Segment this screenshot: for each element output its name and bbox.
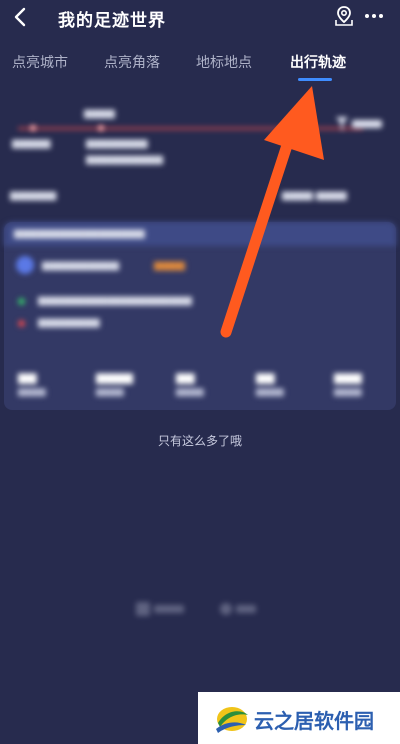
tab-light-corner[interactable]: 点亮角落 — [104, 52, 160, 72]
funnel-icon — [336, 117, 382, 131]
watermark-text: 云之居软件园 — [254, 709, 374, 733]
active-tab-indicator — [298, 78, 332, 81]
trip-card[interactable]: ▆▆▆▆▆▆▆▆▆▆▆▆▆▆▆▆▆ ▆▆▆▆▆▆▆▆▆▆ ▆▆▆▆ ▆▆▆▆▆▆… — [4, 222, 396, 410]
header-bar: 我的足迹世界 — [0, 0, 400, 36]
avatar — [16, 256, 34, 274]
route-mid-dot — [98, 125, 104, 131]
chevron-left-icon — [14, 7, 26, 27]
list-end-text: 只有这么多了哦 — [157, 434, 242, 448]
stat-calories: ▆▆▆ ▆▆▆▆ — [334, 370, 362, 397]
blurred-date-row: ▆▆▆▆▆▆ ▆▆▆▆ ▆▆▆▆ — [10, 190, 347, 201]
card-banner: ▆▆▆▆▆▆▆▆▆▆▆▆▆▆▆▆▆ — [4, 222, 396, 246]
screen: 我的足迹世界 点亮城市 点亮角落 地标地点 出行轨迹 ▆▆▆▆ ▆▆▆▆▆ ▆▆… — [0, 0, 400, 744]
page-title: 我的足迹世界 — [58, 11, 166, 31]
tab-travel-track[interactable]: 出行轨迹 — [290, 52, 346, 72]
route-line — [18, 127, 363, 130]
stat-duration: ▆▆ ▆▆▆▆ — [176, 370, 204, 397]
more-button[interactable] — [362, 4, 386, 28]
stat-speed: ▆▆ ▆▆▆▆ — [256, 370, 284, 397]
tab-light-city[interactable]: 点亮城市 — [12, 52, 68, 72]
tab-landmarks[interactable]: 地标地点 — [196, 52, 252, 72]
blurred-footer-links — [130, 598, 290, 620]
watermark-logo-icon — [216, 707, 248, 733]
stat-distance: ▆▆ ▆▆▆▆ — [18, 370, 46, 397]
back-button[interactable] — [8, 4, 34, 30]
stat-steps: ▆▆▆▆ ▆▆▆▆ — [96, 370, 133, 397]
map-pin-icon — [335, 6, 353, 26]
more-horizontal-icon — [365, 14, 383, 18]
map-pin-button[interactable] — [332, 4, 356, 28]
route-start-dot — [30, 125, 36, 131]
watermark: 云之居软件园 — [198, 692, 400, 744]
start-pin — [18, 298, 25, 305]
end-pin — [18, 320, 25, 327]
tab-bar: 点亮城市 点亮角落 地标地点 出行轨迹 — [0, 50, 400, 84]
filter-button[interactable] — [332, 112, 388, 136]
